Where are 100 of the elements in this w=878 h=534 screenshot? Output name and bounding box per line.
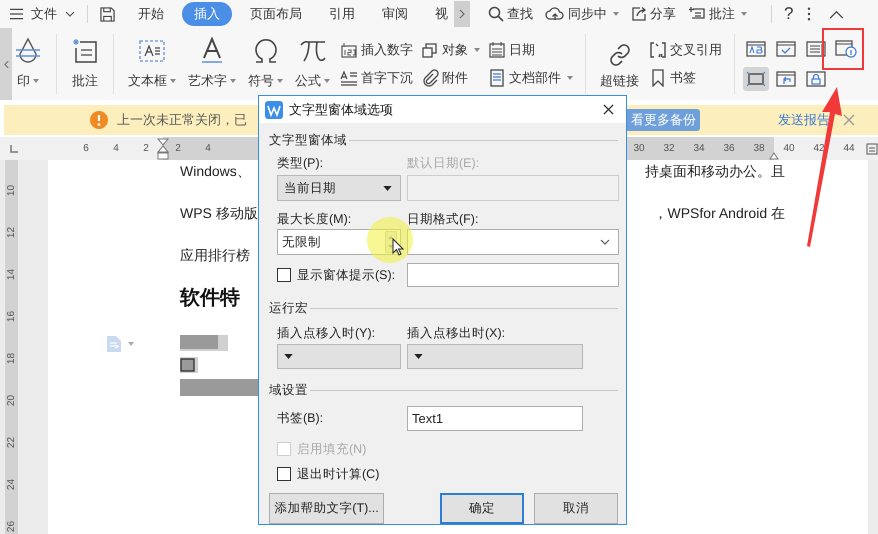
dropdown-caret-icon [567, 76, 573, 80]
list-field-icon [806, 41, 826, 57]
scroll-right-button[interactable] [454, 1, 470, 27]
dialog-button[interactable]: 添加帮助文字(T)... [269, 493, 384, 524]
dialog-button[interactable]: 取消 [534, 493, 618, 524]
warning-icon [90, 111, 108, 129]
dropdown-caret-icon [613, 12, 619, 16]
ribbon-button[interactable]: 批注 [65, 28, 105, 100]
ruler-number: 12 [6, 226, 17, 238]
ruler-number: 10 [6, 184, 17, 196]
calendar-icon [488, 41, 506, 59]
ruler-number: 22 [6, 436, 17, 448]
ribbon-button[interactable]: 文本框 [122, 28, 182, 100]
file-menu[interactable]: 文件 [31, 5, 57, 23]
ruler-number: 44 [842, 143, 856, 154]
dropdown-caret-icon [741, 12, 747, 16]
toolbar-button[interactable]: 批注 [688, 5, 747, 23]
checkbox-label: 退出时计算(C) [297, 466, 380, 482]
share-icon [631, 6, 647, 22]
help-button[interactable]: ? [784, 4, 794, 24]
paperclip-icon [421, 69, 439, 87]
ribbon-button[interactable]: 附件 [421, 69, 480, 87]
form-tool-button[interactable] [743, 67, 769, 91]
save-icon[interactable] [100, 6, 115, 22]
checkbox[interactable] [277, 268, 291, 282]
report-link[interactable]: 发送报告 [778, 111, 830, 129]
highlight-box [822, 28, 864, 70]
collapse-icon[interactable] [829, 10, 844, 18]
field-label: 插入点移出时(X): [407, 325, 506, 342]
dropdown-caret-icon [230, 79, 236, 83]
body-text: Windows、 [180, 162, 251, 181]
body-text: 持桌面和移动办公。且 [645, 162, 785, 181]
checkbox-label: 显示窗体提示(S): [297, 266, 396, 284]
ribbon-button[interactable]: 交叉引用 [649, 41, 722, 59]
menu-tab[interactable]: 视 [426, 2, 457, 26]
info-field-icon [835, 40, 857, 58]
ribbon-button[interactable]: 对象 [421, 41, 480, 59]
menu-icon[interactable] [10, 8, 23, 20]
ruler-number: 6 [82, 143, 90, 154]
dropdown-caret-icon [170, 79, 176, 83]
app-logo-icon [265, 100, 283, 118]
max-length-field[interactable]: 无限制 [277, 229, 401, 255]
type-dropdown[interactable]: 当前日期 [277, 175, 401, 201]
ruler-number: 34 [692, 143, 706, 154]
ruler-number: 20 [6, 394, 17, 406]
menu-tab[interactable]: 开始 [129, 2, 173, 26]
menu-tab[interactable]: 页面布局 [241, 2, 311, 26]
ruler-number: 2 [174, 143, 182, 154]
ruler-number: 26 [6, 520, 17, 532]
ribbon-button[interactable]: 超链接 [594, 28, 645, 100]
menu-tab[interactable]: 引用 [320, 2, 364, 26]
dropdown-caret-icon [277, 79, 283, 83]
frame-icon [746, 71, 766, 87]
checkbox-label: 启用填充(N) [297, 440, 366, 458]
ruler-toggle-icon[interactable] [866, 142, 878, 154]
indent-marker[interactable] [157, 138, 169, 160]
dropdown-caret-icon [33, 79, 39, 83]
dropdown-caret-icon [474, 48, 480, 52]
chevron-down-icon [600, 239, 610, 245]
close-icon[interactable] [603, 104, 614, 115]
ruler-number: 42 [812, 143, 826, 154]
ruler-number: 18 [6, 352, 17, 364]
toolbar-button[interactable]: 同步中 [545, 5, 619, 23]
dialog-button[interactable]: 确定 [440, 493, 524, 524]
toolbar-button[interactable]: 查找 [488, 5, 533, 23]
ribbon-button[interactable]: 文档部件 [488, 69, 573, 87]
reset-icon [776, 71, 796, 87]
ruler-number: 2 [142, 143, 150, 154]
chevron-down-icon [65, 11, 75, 17]
ruler-number: 14 [6, 268, 17, 280]
dropdown-triangle-icon [383, 186, 392, 190]
ruler-number: 16 [6, 310, 17, 322]
checkbox[interactable] [277, 467, 291, 481]
chevron-left-icon [4, 60, 8, 68]
ruler-number: 32 [662, 143, 676, 154]
dropdown-triangle-icon [414, 354, 423, 359]
ribbon-button[interactable]: 艺术字 [182, 28, 242, 100]
bracket-icon [649, 41, 667, 59]
field-label: 类型(P): [277, 155, 324, 172]
ribbon-button[interactable]: 公式 [289, 28, 336, 100]
body-text: ，WPSfor Android 在 [654, 204, 785, 223]
menu-tab[interactable]: 审阅 [373, 2, 417, 26]
ribbon-button[interactable]: 日期 [488, 41, 573, 59]
ribbon-button[interactable]: 首字下沉 [340, 69, 413, 87]
dialog-title: 文字型窗体域选项 [289, 100, 393, 118]
field-label: 最大长度(M): [277, 211, 352, 228]
tip-text-field[interactable] [407, 263, 619, 287]
ribbon-button[interactable]: 符号 [242, 28, 289, 100]
ruler-number: 36 [722, 143, 736, 154]
ruler-number: 30 [632, 143, 646, 154]
more-icon[interactable] [807, 7, 812, 21]
ruler-corner-icon [10, 144, 18, 152]
toolbar-button[interactable]: 分享 [631, 5, 676, 23]
ribbon-button[interactable]: 印 [12, 28, 48, 100]
object-icon [421, 41, 439, 59]
section-heading: 软件特 [180, 286, 240, 308]
bookmark-field[interactable]: Text1 [407, 406, 583, 431]
ribbon-button[interactable]: 书签 [649, 69, 722, 87]
ribbon-button[interactable]: 插入数字 [340, 41, 413, 59]
group-title: 运行宏 [269, 300, 308, 316]
